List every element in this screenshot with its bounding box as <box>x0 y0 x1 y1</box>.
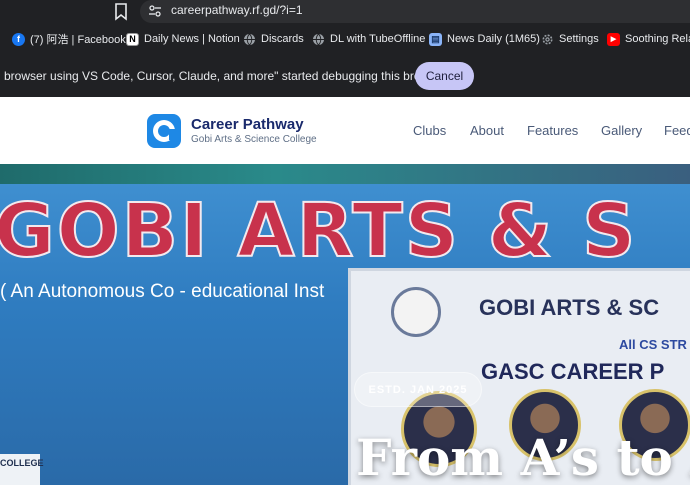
hero-top-strip <box>0 164 690 186</box>
globe-icon <box>244 33 255 45</box>
brand-subtitle: Gobi Arts & Science College <box>191 134 317 145</box>
nav-about[interactable]: About <box>470 123 504 138</box>
bookmark-settings[interactable]: Settings <box>541 31 599 47</box>
bookmark-label: (7) 阿浩 | Facebook <box>30 34 126 46</box>
url-text[interactable]: careerpathway.rf.gd/?i=1 <box>171 3 303 17</box>
bookmark-news-daily[interactable]: ▤ News Daily (1M65) <box>429 31 540 47</box>
bookmark-label: Discards <box>261 33 304 45</box>
established-badge: ESTD. JAN 2025 <box>354 372 482 407</box>
bookmark-label: News Daily (1M65) <box>447 33 540 45</box>
podium-label: COLLEGE <box>0 458 44 468</box>
poster-line-3: GASC CAREER P <box>481 359 665 384</box>
facebook-icon: f <box>12 32 25 46</box>
bookmark-label: Soothing Relax <box>625 33 690 45</box>
nav-feed[interactable]: Feed <box>664 123 690 138</box>
site-info-icon[interactable] <box>148 4 162 18</box>
globe-icon <box>313 33 324 45</box>
bookmark-discards[interactable]: Discards <box>243 31 304 47</box>
bookmark-notion[interactable]: N Daily News | Notion <box>126 31 240 47</box>
poster-line-2: All CS STR <box>619 337 687 352</box>
nav-gallery[interactable]: Gallery <box>601 123 642 138</box>
nav-features[interactable]: Features <box>527 123 578 138</box>
gear-icon <box>542 34 553 44</box>
notion-icon: N <box>126 32 139 46</box>
nav-clubs[interactable]: Clubs <box>413 123 446 138</box>
bookmark-tubeoffline[interactable]: DL with TubeOffline <box>312 31 425 47</box>
bookmark-label: Daily News | Notion <box>144 33 240 45</box>
hero-heading: From A’s to Ac <box>356 428 690 485</box>
bookmark-soothing-relax[interactable]: ▶ Soothing Relax <box>607 31 690 47</box>
browser-address-row: careerpathway.rf.gd/?i=1 <box>0 0 690 25</box>
debug-infobar: browser using VS Code, Cursor, Claude, a… <box>0 52 690 97</box>
banner-college-name: GOBI ARTS & S <box>0 187 638 275</box>
youtube-icon: ▶ <box>607 32 620 46</box>
bookmark-label: Settings <box>559 33 599 45</box>
bookmark-label: DL with TubeOffline <box>330 33 426 45</box>
logo-icon[interactable] <box>147 114 181 148</box>
infobar-message: browser using VS Code, Cursor, Claude, a… <box>4 69 446 83</box>
bookmark-star-icon[interactable] <box>113 2 129 21</box>
college-seal-icon <box>391 287 441 337</box>
cancel-debugging-button[interactable]: Cancel <box>415 62 474 90</box>
banner-subtitle: ( An Autonomous Co - educational Inst <box>0 281 325 302</box>
hero-section: GOBI ARTS & S ( An Autonomous Co - educa… <box>0 164 690 485</box>
site-header: Career Pathway Gobi Arts & Science Colle… <box>0 97 690 164</box>
poster-title: GOBI ARTS & SC <box>479 295 660 320</box>
bookmark-facebook[interactable]: f (7) 阿浩 | Facebook <box>12 31 126 47</box>
document-icon: ▤ <box>429 32 442 46</box>
bookmarks-bar: f (7) 阿浩 | Facebook N Daily News | Notio… <box>0 25 690 52</box>
brand-title[interactable]: Career Pathway <box>191 116 304 133</box>
